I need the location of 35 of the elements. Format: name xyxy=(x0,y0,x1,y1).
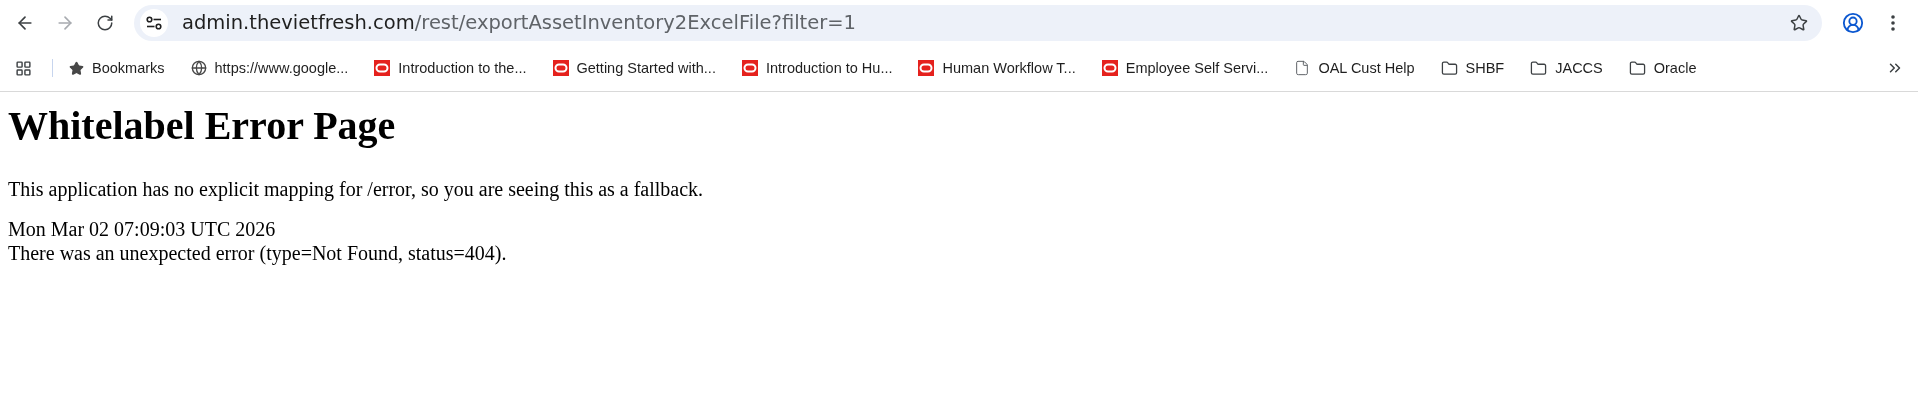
timestamp: Mon Mar 02 07:09:03 UTC 2026 xyxy=(8,217,277,241)
url-text: admin.thevietfresh.com/rest/exportAssetInventory2ExcelFile?filter=1 xyxy=(182,11,857,34)
site-info-button[interactable] xyxy=(140,8,168,37)
bookmark-item[interactable]: Bookmarks xyxy=(61,56,173,80)
oracle-logo-icon xyxy=(374,60,391,76)
oracle-logo-icon xyxy=(1101,60,1118,76)
page-icon xyxy=(1294,60,1311,76)
folder-icon xyxy=(1530,59,1548,77)
oracle-logo-icon xyxy=(552,60,569,76)
globe-icon xyxy=(190,60,207,76)
folder-icon xyxy=(1628,59,1646,77)
bookmark-item[interactable]: Human Workflow T... xyxy=(910,56,1084,80)
oracle-logo-icon xyxy=(741,60,758,76)
grid-icon xyxy=(14,59,32,77)
star-icon xyxy=(69,60,84,76)
bookmark-item[interactable]: Getting Started with... xyxy=(544,56,724,80)
folder-icon xyxy=(1440,59,1458,77)
menu-icon xyxy=(1891,14,1895,31)
bookmark-item[interactable]: JACCS xyxy=(1522,55,1611,81)
star-icon xyxy=(1790,13,1808,32)
reload-icon xyxy=(96,13,114,32)
bookmark-item[interactable]: SHBF xyxy=(1432,55,1513,81)
bookmark-item[interactable]: Oracle xyxy=(1620,55,1705,81)
tune-icon xyxy=(146,15,162,30)
bookmark-item[interactable]: Introduction to Hu... xyxy=(733,56,901,80)
page-heading: Whitelabel Error Page xyxy=(8,103,397,149)
bookmark-item[interactable]: Introduction to the... xyxy=(366,56,535,80)
oracle-logo-icon xyxy=(918,60,935,76)
bookmark-item[interactable]: https://www.google... xyxy=(182,56,357,80)
error-details: There was an unexpected error (type=Not Found, status=404). xyxy=(8,241,508,265)
bookmark-item[interactable]: Employee Self Servi... xyxy=(1093,56,1277,80)
bookmark-item[interactable]: OAL Cust Help xyxy=(1286,56,1423,80)
address-bar[interactable]: admin.thevietfresh.com/rest/exportAssetInventory2ExcelFile?filter=1 xyxy=(134,4,1822,41)
user-icon xyxy=(1842,11,1864,34)
error-message: This application has no explicit mapping for /error, so you are seeing this as a fallback. xyxy=(8,177,705,201)
